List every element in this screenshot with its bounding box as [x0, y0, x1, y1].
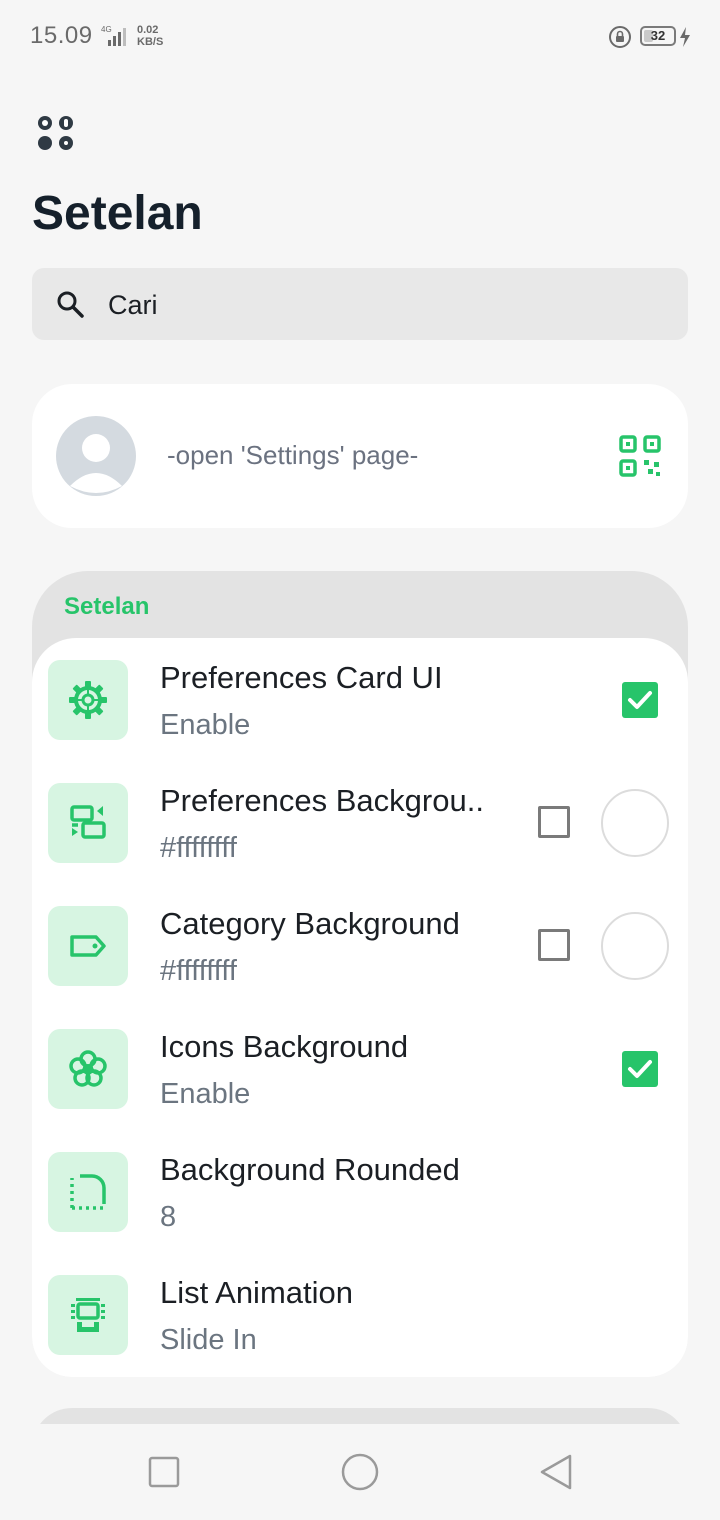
icon-tile — [48, 783, 128, 863]
avatar — [56, 416, 136, 496]
enable-checkbox[interactable] — [538, 806, 570, 838]
section-title: Setelan — [64, 593, 150, 620]
setting-preferences-card-ui[interactable]: Preferences Card UI Enable — [32, 638, 688, 761]
qr-code-icon[interactable] — [618, 434, 662, 478]
setting-preferences-background[interactable]: Preferences Backgrou.. #ffffffff — [32, 761, 688, 884]
icon-tile — [48, 660, 128, 740]
setting-category-background[interactable]: Category Background #ffffffff — [32, 884, 688, 1007]
rotation-lock-icon — [609, 26, 631, 48]
setting-background-rounded[interactable]: Background Rounded 8 — [32, 1130, 688, 1253]
checkmark-icon — [628, 1060, 652, 1078]
page-title: Setelan — [32, 187, 203, 240]
icon-tile — [48, 1275, 128, 1355]
charging-icon — [680, 27, 690, 47]
profile-text: -open 'Settings' page- — [167, 440, 419, 470]
search-placeholder: Cari — [108, 290, 158, 320]
animation-icon — [71, 1298, 105, 1332]
icon-tile — [48, 1029, 128, 1109]
setting-value: #ffffffff — [160, 955, 237, 987]
icon-tile — [48, 1152, 128, 1232]
battery-level: 32 — [650, 28, 666, 43]
setting-title: Preferences Backgrou.. — [160, 783, 484, 818]
enable-checkbox[interactable] — [622, 682, 658, 718]
data-rate-unit: KB/S — [137, 36, 164, 48]
setting-value: 8 — [160, 1201, 177, 1233]
color-swatch[interactable] — [601, 789, 669, 857]
battery-indicator: 32 — [640, 26, 676, 46]
setting-title: List Animation — [160, 1275, 353, 1310]
setting-title: Icons Background — [160, 1029, 409, 1064]
rounded-corner-icon — [70, 1174, 106, 1210]
status-time: 15.09 — [30, 22, 93, 49]
search-icon — [57, 291, 84, 318]
home-button[interactable] — [336, 1448, 384, 1496]
status-bar: 15.09 4G 0.02 KB/S 32 — [0, 0, 720, 72]
label-tag-icon — [70, 935, 106, 957]
background-layers-icon — [70, 805, 106, 839]
data-rate: 0.02 KB/S — [137, 24, 163, 48]
setting-value: Enable — [160, 1078, 251, 1110]
enable-checkbox[interactable] — [538, 929, 570, 961]
recent-apps-button[interactable] — [140, 1448, 188, 1496]
setting-icons-background[interactable]: Icons Background Enable — [32, 1007, 688, 1130]
setting-title: Preferences Card UI — [160, 660, 443, 695]
flower-icon — [69, 1050, 107, 1087]
setting-value: Enable — [160, 709, 251, 741]
setting-value: Slide In — [160, 1324, 257, 1356]
back-button[interactable] — [532, 1448, 580, 1496]
setting-value: #ffffffff — [160, 832, 237, 864]
setting-title: Background Rounded — [160, 1152, 460, 1187]
data-rate-value: 0.02 — [137, 24, 159, 36]
network-type-label: 4G — [101, 25, 112, 34]
enable-checkbox[interactable] — [622, 1051, 658, 1087]
gear-icon — [69, 681, 107, 719]
checkmark-icon — [628, 691, 652, 709]
signal-icon: 4G — [101, 25, 126, 46]
icon-tile — [48, 906, 128, 986]
color-swatch[interactable] — [601, 912, 669, 980]
app-logo-icon[interactable] — [36, 113, 76, 153]
setting-list-animation[interactable]: List Animation Slide In — [32, 1253, 688, 1376]
setting-title: Category Background — [160, 906, 460, 941]
